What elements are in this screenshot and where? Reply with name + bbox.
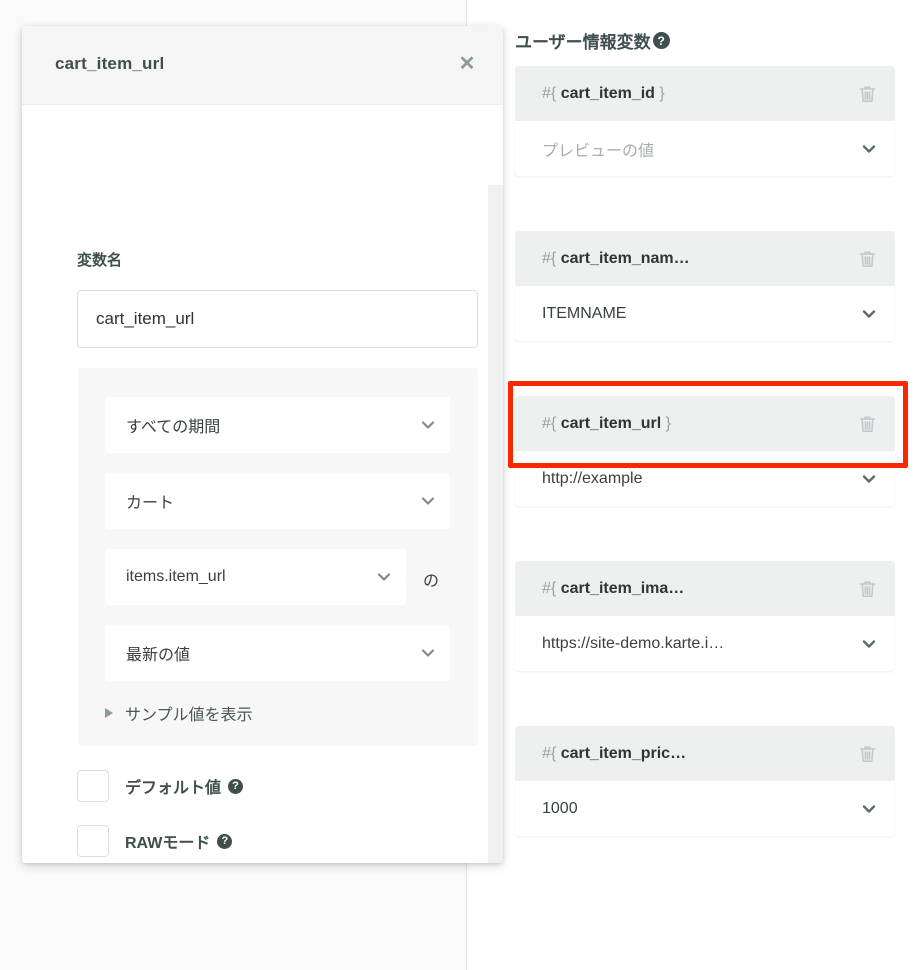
variable-value-text: http://example (542, 469, 643, 487)
modal-body: 変数名 /* placeholder bound below */ すべての期間… (22, 105, 503, 863)
panel-title: ユーザー情報変数 ? (515, 28, 670, 53)
variable-card-header[interactable]: #{ cart_item_nam… (515, 231, 895, 286)
variable-card: #{ cart_item_url } http://example (515, 396, 895, 506)
help-icon[interactable]: ? (228, 778, 244, 794)
chevron-down-icon (861, 801, 877, 817)
select-period-value: すべての期間 (126, 419, 221, 436)
variable-card-header[interactable]: #{ cart_item_ima… (515, 561, 895, 616)
show-sample-values-toggle[interactable]: サンプル値を表示 (105, 701, 253, 725)
user-variables-panel: ユーザー情報変数 ? #{ cart_item_id } プレビューの値 #{ ca… (467, 0, 916, 970)
variable-card: #{ cart_item_id } プレビューの値 (515, 66, 895, 176)
variable-key: #{ cart_item_url } (542, 414, 671, 432)
variable-card: #{ cart_item_pric… 1000 (515, 726, 895, 836)
checkbox-default-value-text: デフォルト値 (125, 780, 222, 797)
variable-value-text: プレビューの値 (542, 142, 655, 160)
chevron-down-icon (420, 493, 436, 509)
chevron-down-icon (861, 636, 877, 652)
trash-icon[interactable] (858, 579, 877, 599)
variable-key: #{ cart_item_id } (542, 84, 665, 102)
select-attribute-value: items.item_url (126, 568, 226, 585)
variable-key: #{ cart_item_ima… (542, 579, 685, 597)
variable-name-label: 変数名 (77, 252, 123, 269)
chevron-down-icon (420, 645, 436, 661)
attribute-suffix-label: の (423, 573, 440, 590)
trash-icon[interactable] (858, 249, 877, 269)
select-aggregate[interactable]: 最新の値 (105, 625, 450, 681)
variable-value-select[interactable]: プレビューの値 (515, 121, 895, 176)
checkbox-raw-mode-label: RAWモード ? (125, 829, 233, 853)
select-aggregate-value: 最新の値 (126, 647, 191, 664)
modal-header: cart_item_url ✕ (22, 26, 503, 105)
variable-card-header[interactable]: #{ cart_item_url } (515, 396, 895, 451)
select-attribute[interactable]: items.item_url (105, 549, 406, 605)
variable-value-text: ITEMNAME (542, 304, 627, 322)
chevron-down-icon (376, 569, 392, 585)
variable-edit-modal: cart_item_url ✕ 変数名 /* placeholder bound… (22, 26, 503, 863)
checkbox-raw-mode-text: RAWモード (125, 835, 211, 852)
checkbox-row-raw-mode[interactable]: RAWモード ? (77, 825, 233, 857)
help-icon[interactable]: ? (217, 833, 233, 849)
variable-card: #{ cart_item_nam… ITEMNAME (515, 231, 895, 341)
help-icon[interactable]: ? (652, 32, 670, 49)
variable-card: #{ cart_item_ima… https://site-demo.karte… (515, 561, 895, 671)
checkbox-default-value[interactable] (77, 770, 109, 802)
checkbox-row-default-value[interactable]: デフォルト値 ? (77, 770, 244, 802)
variable-card-header[interactable]: #{ cart_item_id } (515, 66, 895, 121)
chevron-down-icon (861, 471, 877, 487)
chevron-down-icon (420, 417, 436, 433)
trash-icon[interactable] (858, 744, 877, 764)
variable-card-header[interactable]: #{ cart_item_pric… (515, 726, 895, 781)
variable-value-text: https://site-demo.karte.i… (542, 634, 725, 652)
trash-icon[interactable] (858, 84, 877, 104)
chevron-down-icon (861, 141, 877, 157)
trash-icon[interactable] (858, 414, 877, 434)
select-category-value: カート (126, 495, 175, 512)
triangle-right-icon (105, 708, 113, 718)
chevron-down-icon (861, 306, 877, 322)
checkbox-default-value-label: デフォルト値 ? (125, 774, 244, 798)
panel-title-text: ユーザー情報変数 (515, 33, 651, 52)
condition-panel: すべての期間 カート items.item_url の 最新の値 サンプル値を表… (78, 368, 478, 746)
variable-key: #{ cart_item_pric… (542, 744, 687, 762)
variable-value-select[interactable]: ITEMNAME (515, 286, 895, 341)
variable-value-text: 1000 (542, 799, 578, 817)
variable-name-input[interactable] (77, 290, 478, 348)
variable-value-select[interactable]: https://site-demo.karte.i… (515, 616, 895, 671)
variable-value-select[interactable]: 1000 (515, 781, 895, 836)
variable-key: #{ cart_item_nam… (542, 249, 690, 267)
checkbox-raw-mode[interactable] (77, 825, 109, 857)
select-period[interactable]: すべての期間 (105, 397, 450, 453)
modal-title: cart_item_url (55, 54, 165, 73)
show-sample-values-label: サンプル値を表示 (125, 707, 253, 724)
screen-root: cart_item_url ✕ 変数名 /* placeholder bound… (0, 0, 916, 970)
variable-value-select[interactable]: http://example (515, 451, 895, 506)
select-category[interactable]: カート (105, 473, 450, 529)
